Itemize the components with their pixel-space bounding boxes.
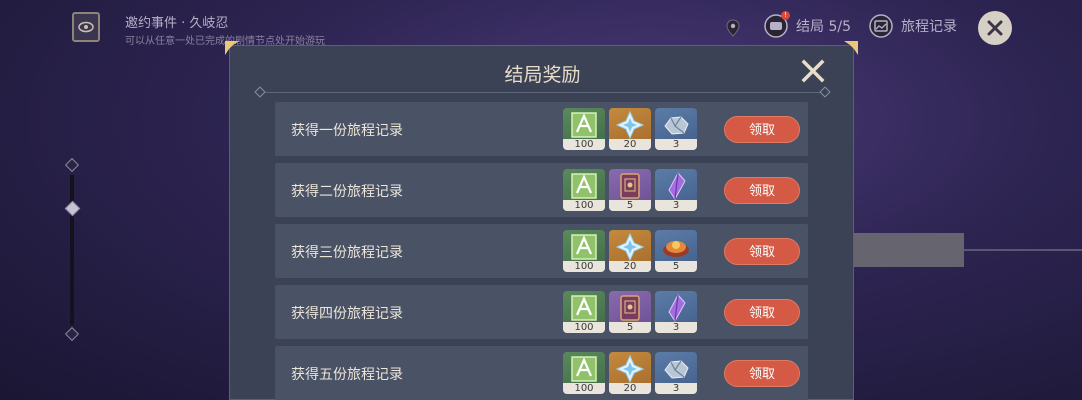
reward-item[interactable]: 100 (563, 108, 605, 150)
primogem-icon (609, 108, 651, 142)
event-title: 邀约事件 · 久岐忍 (125, 16, 229, 31)
hero-wit-icon (563, 352, 605, 386)
item-count: 3 (655, 383, 697, 394)
side-diamond-icon (64, 157, 80, 173)
panel-close-button[interactable] (800, 58, 826, 84)
hero-wit-icon (563, 230, 605, 264)
reward-item[interactable]: 3 (655, 108, 697, 150)
hero-wit-icon (563, 108, 605, 142)
reward-item[interactable]: 3 (655, 169, 697, 211)
reward-item[interactable]: 3 (655, 352, 697, 394)
panel-title: 结局奖励 (504, 64, 581, 86)
mystic-ore-icon (655, 108, 697, 142)
ending-rewards-panel: 结局奖励 获得一份旅程记录 100 20 3 领取 获得二份旅程记录 100 5 3 领取 获得三份… (225, 41, 858, 400)
hero-wit-icon (563, 169, 605, 203)
reward-row: 获得四份旅程记录 100 5 3 领取 (275, 285, 808, 339)
reward-item[interactable]: 100 (563, 291, 605, 333)
item-count: 3 (655, 139, 697, 150)
divider-diamond-icon (254, 86, 266, 98)
item-count: 20 (609, 261, 651, 272)
reward-item[interactable]: 100 (563, 230, 605, 272)
item-count: 3 (655, 200, 697, 211)
item-count: 5 (609, 200, 651, 211)
journey-record-label: 旅程记录 (901, 19, 957, 35)
ending-count-label: 结局 5/5 (796, 19, 851, 35)
divider-diamond-icon (819, 86, 831, 98)
reward-item[interactable]: 100 (563, 352, 605, 394)
reward-row: 获得一份旅程记录 100 20 3 领取 (275, 102, 808, 156)
claim-button[interactable]: 领取 (724, 238, 800, 265)
reward-row: 获得五份旅程记录 100 20 3 领取 (275, 346, 808, 400)
item-count: 5 (609, 322, 651, 333)
claim-button[interactable]: 领取 (724, 360, 800, 387)
side-diamond-icon (64, 326, 80, 342)
side-diamond-icon[interactable] (64, 200, 81, 217)
reward-row-label: 获得一份旅程记录 (291, 123, 403, 139)
claim-button[interactable]: 领取 (724, 299, 800, 326)
item-count: 3 (655, 322, 697, 333)
amethyst-crystal-icon (655, 291, 697, 325)
reward-item[interactable]: 3 (655, 291, 697, 333)
item-count: 20 (609, 139, 651, 150)
reward-row-label: 获得四份旅程记录 (291, 306, 403, 322)
item-count: 100 (563, 383, 605, 394)
talent-book-icon (609, 169, 651, 203)
close-button[interactable] (978, 11, 1012, 45)
location-pin-icon[interactable] (724, 19, 742, 37)
reward-row: 获得二份旅程记录 100 5 3 领取 (275, 163, 808, 217)
side-scroll-track (70, 175, 74, 325)
event-book-icon (72, 12, 100, 42)
amethyst-crystal-icon (655, 169, 697, 203)
ending-icon: ! (764, 11, 790, 38)
overlay-band (850, 233, 964, 267)
dish-icon (655, 230, 697, 264)
talent-book-icon (609, 291, 651, 325)
primogem-icon (609, 352, 651, 386)
item-count: 100 (563, 200, 605, 211)
reward-row: 获得三份旅程记录 100 20 5 领取 (275, 224, 808, 278)
item-count: 100 (563, 322, 605, 333)
item-count: 100 (563, 139, 605, 150)
corner-ornament-icon (225, 41, 239, 55)
reward-item[interactable]: 20 (609, 108, 651, 150)
overlay-line (964, 249, 1082, 251)
notification-badge: ! (781, 11, 790, 20)
journey-record-button[interactable]: 旅程记录 (869, 14, 957, 38)
item-count: 20 (609, 383, 651, 394)
corner-ornament-icon (844, 41, 858, 55)
reward-row-label: 获得五份旅程记录 (291, 367, 403, 383)
mystic-ore-icon (655, 352, 697, 386)
reward-item[interactable]: 5 (609, 169, 651, 211)
reward-row-label: 获得二份旅程记录 (291, 184, 403, 200)
title-divider (260, 92, 825, 93)
primogem-icon (609, 230, 651, 264)
reward-item[interactable]: 5 (609, 291, 651, 333)
item-count: 100 (563, 261, 605, 272)
reward-item[interactable]: 100 (563, 169, 605, 211)
close-icon (987, 20, 1003, 36)
reward-row-label: 获得三份旅程记录 (291, 245, 403, 261)
hero-wit-icon (563, 291, 605, 325)
close-icon (801, 59, 825, 83)
item-count: 5 (655, 261, 697, 272)
reward-item[interactable]: 20 (609, 352, 651, 394)
claim-button[interactable]: 领取 (724, 177, 800, 204)
photo-album-icon (869, 14, 893, 38)
claim-button[interactable]: 领取 (724, 116, 800, 143)
ending-progress[interactable]: ! 结局 5/5 (764, 11, 851, 38)
reward-item[interactable]: 5 (655, 230, 697, 272)
reward-item[interactable]: 20 (609, 230, 651, 272)
